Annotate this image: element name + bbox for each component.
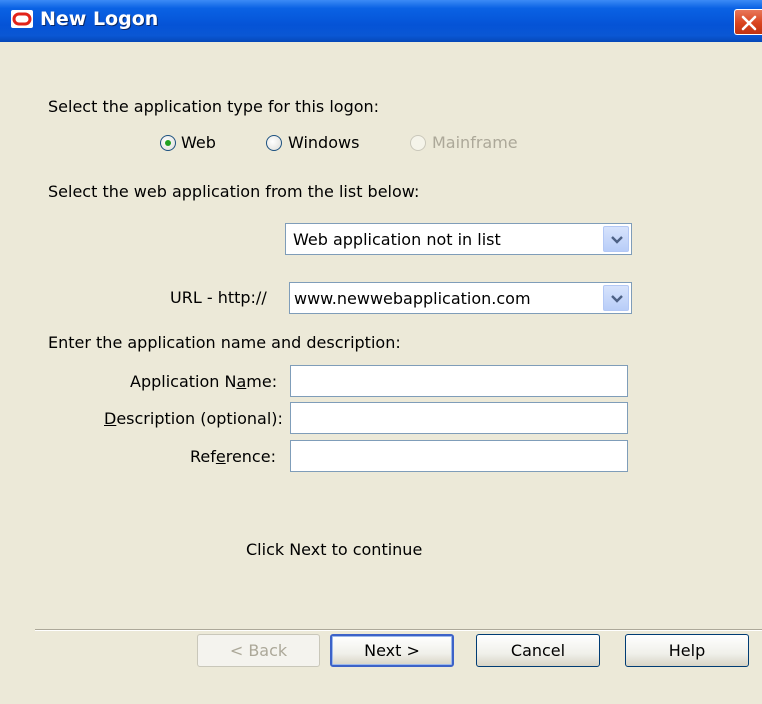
details-prompt: Enter the application name and descripti… — [48, 333, 401, 352]
application-name-input[interactable] — [290, 365, 628, 397]
radio-mainframe-label: Mainframe — [432, 133, 518, 152]
radio-windows-label[interactable]: Windows — [288, 133, 359, 152]
reference-label: Reference: — [190, 447, 276, 466]
cancel-button[interactable]: Cancel — [476, 634, 600, 667]
next-button[interactable]: Next > — [330, 634, 454, 667]
chevron-down-icon — [611, 295, 623, 303]
reference-input[interactable] — [290, 440, 628, 472]
url-label: URL - http:// — [170, 288, 267, 307]
chevron-down-icon — [611, 236, 623, 244]
web-app-prompt: Select the web application from the list… — [48, 182, 420, 201]
application-name-label: Application Name: — [130, 372, 278, 391]
radio-web-label[interactable]: Web — [181, 133, 216, 152]
web-app-select[interactable]: Web application not in list — [285, 223, 632, 255]
close-button[interactable] — [734, 9, 762, 35]
url-combo[interactable]: www.newwebapplication.com — [289, 282, 632, 314]
dialog-body: Select the application type for this log… — [0, 42, 762, 704]
window-title: New Logon — [40, 8, 159, 30]
title-bar[interactable]: New Logon — [0, 0, 762, 42]
radio-windows-button[interactable] — [266, 135, 282, 151]
description-label: Description (optional): — [104, 409, 283, 428]
description-input[interactable] — [290, 402, 628, 434]
web-app-select-value: Web application not in list — [293, 230, 501, 249]
url-value[interactable]: www.newwebapplication.com — [294, 289, 531, 308]
hint-text: Click Next to continue — [246, 540, 423, 559]
radio-web-button[interactable] — [160, 135, 176, 151]
radio-mainframe-button — [410, 135, 426, 151]
help-button[interactable]: Help — [625, 634, 749, 667]
app-type-prompt: Select the application type for this log… — [48, 97, 380, 116]
url-dropdown-button[interactable] — [603, 285, 629, 311]
back-button[interactable]: < Back — [197, 634, 320, 667]
separator-line-highlight — [35, 630, 762, 631]
web-app-dropdown-button[interactable] — [603, 226, 629, 252]
oracle-logo-icon — [11, 10, 33, 32]
